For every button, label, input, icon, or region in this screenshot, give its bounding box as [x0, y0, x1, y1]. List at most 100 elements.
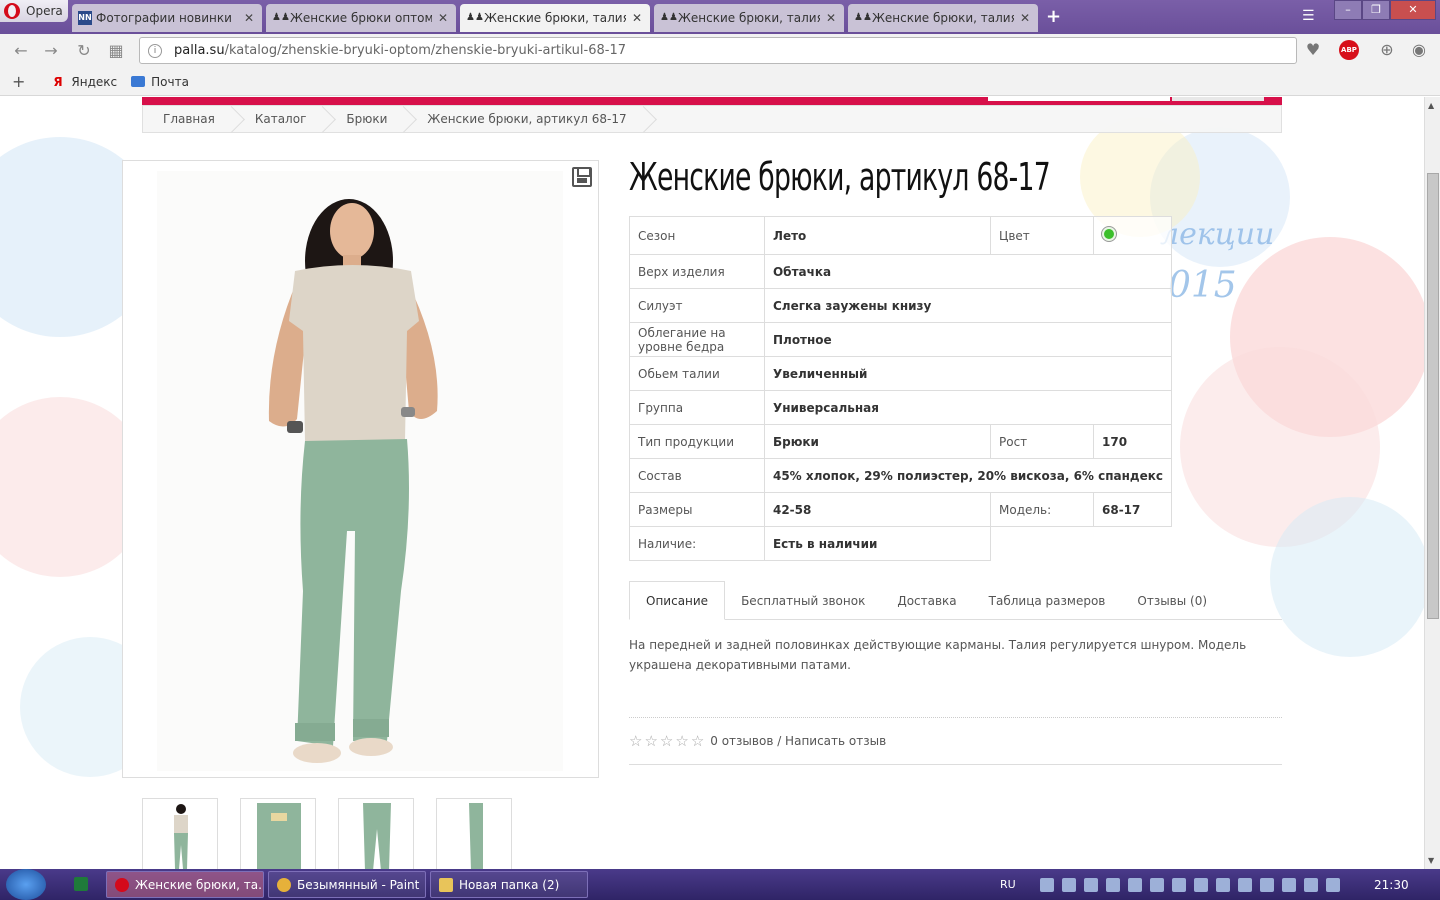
- account-icon[interactable]: ◉: [1409, 40, 1429, 60]
- product-main-image[interactable]: [122, 160, 599, 778]
- color-swatch[interactable]: [1102, 227, 1116, 241]
- close-icon[interactable]: ✕: [630, 11, 644, 25]
- thumbnail-strip: [142, 798, 512, 869]
- tab-description[interactable]: Описание: [629, 581, 726, 620]
- spec-value-color: [1093, 216, 1172, 255]
- star-empty-icon: ☆: [690, 732, 705, 750]
- add-bookmark-plus-icon[interactable]: +: [12, 72, 25, 91]
- tab-reviews[interactable]: Отзывы (0): [1121, 581, 1223, 620]
- speed-dial-grid-icon[interactable]: ▦: [107, 42, 125, 60]
- back-arrow-icon[interactable]: ←: [12, 42, 30, 60]
- tab-delivery[interactable]: Доставка: [881, 581, 972, 620]
- tray-bluetooth-icon[interactable]: [1303, 877, 1318, 892]
- spec-label: Силуэт: [629, 288, 765, 323]
- tab-menu-icon[interactable]: ☰: [1302, 8, 1315, 24]
- thumbnail[interactable]: [142, 798, 218, 869]
- close-icon[interactable]: ✕: [824, 11, 838, 25]
- adblock-plus-icon[interactable]: ABP: [1339, 40, 1359, 60]
- page-scrollbar[interactable]: ▲ ▼: [1424, 97, 1440, 869]
- scroll-down-icon[interactable]: ▼: [1428, 856, 1434, 865]
- tab-title: Женские брюки, талия ув: [678, 11, 820, 25]
- table-row: Облегание на уровне бедра Плотное: [629, 322, 1173, 357]
- tray-g-icon[interactable]: [1193, 877, 1208, 892]
- opera-logo-icon: [4, 3, 20, 19]
- tray-app-icon[interactable]: [1061, 877, 1076, 892]
- yandex-icon: Я: [53, 74, 63, 89]
- tray-clipboard-icon[interactable]: [1105, 877, 1120, 892]
- clock[interactable]: 21:30: [1374, 878, 1409, 892]
- tray-globe-icon[interactable]: [1325, 877, 1340, 892]
- browser-tab[interactable]: ♟♟ Женские брюки, талия ув ✕: [654, 4, 844, 32]
- browser-tab[interactable]: NN Фотографии новинки ✕: [72, 4, 262, 32]
- table-row: Размеры 42-58 Модель: 68-17: [629, 492, 1172, 527]
- browser-tab[interactable]: ♟♟ Женские брюки оптом ку ✕: [266, 4, 456, 32]
- bookmark-yandex[interactable]: Я Яндекс: [53, 75, 117, 89]
- thumbnail[interactable]: [338, 798, 414, 869]
- taskbar-item-paint[interactable]: Безымянный - Paint: [268, 871, 426, 898]
- tab-size-table[interactable]: Таблица размеров: [973, 581, 1122, 620]
- opera-menu-button[interactable]: Opera: [0, 0, 68, 22]
- palla-icon: ♟♟: [466, 12, 484, 23]
- download-icon[interactable]: ⊕: [1377, 40, 1397, 60]
- reload-icon[interactable]: ↻: [75, 42, 93, 60]
- collection-watermark: лекции: [1160, 217, 1275, 252]
- browser-tab[interactable]: ♟♟ Женские брюки, талия ув ✕: [848, 4, 1038, 32]
- opera-icon: [115, 877, 129, 892]
- save-icon[interactable]: [572, 167, 592, 187]
- breadcrumb-item[interactable]: Каталог: [235, 106, 327, 132]
- language-indicator[interactable]: RU: [1000, 878, 1016, 891]
- window-close-icon[interactable]: ✕: [1390, 0, 1436, 20]
- star-empty-icon: ☆: [629, 732, 643, 750]
- search-input-edge[interactable]: [988, 97, 1170, 101]
- table-row: Сезон Лето Цвет: [629, 216, 1172, 255]
- tray-device-icon[interactable]: [1149, 877, 1164, 892]
- tab-free-call[interactable]: Бесплатный звонок: [725, 581, 881, 620]
- excel-icon[interactable]: [74, 877, 88, 891]
- tray-flag-icon[interactable]: [1127, 877, 1142, 892]
- thumbnail-image: [257, 803, 301, 869]
- signal-icon[interactable]: [1171, 877, 1186, 892]
- taskbar-item-opera[interactable]: Женские брюки, та...: [106, 871, 264, 898]
- maximize-icon[interactable]: ❐: [1362, 0, 1390, 20]
- product-tabs: Описание Бесплатный звонок Доставка Табл…: [629, 581, 1282, 620]
- scroll-up-icon[interactable]: ▲: [1428, 101, 1434, 110]
- tray-settings-icon[interactable]: [1281, 877, 1296, 892]
- tray-shield-icon[interactable]: [1083, 877, 1098, 892]
- table-row: Состав 45% хлопок, 29% полиэстер, 20% ви…: [629, 458, 1173, 493]
- forward-arrow-icon[interactable]: →: [42, 42, 60, 60]
- heart-bookmark-icon[interactable]: ♥: [1303, 40, 1323, 60]
- scrollbar-thumb[interactable]: [1427, 173, 1439, 619]
- tray-torrent-icon[interactable]: [1215, 877, 1230, 892]
- table-row: Наличие: Есть в наличии: [629, 526, 1172, 561]
- browser-tab-active[interactable]: ♟♟ Женские брюки, талия ре ✕: [460, 4, 650, 32]
- close-icon[interactable]: ✕: [436, 11, 450, 25]
- thumbnail[interactable]: [240, 798, 316, 869]
- spec-value: 42-58: [763, 492, 992, 527]
- breadcrumb-item[interactable]: Брюки: [326, 106, 407, 132]
- palla-icon: ♟♟: [854, 12, 872, 23]
- empty-cell: [991, 527, 1172, 561]
- star-empty-icon: ☆: [659, 732, 674, 750]
- write-review-link[interactable]: 0 отзывов / Написать отзыв: [710, 734, 886, 748]
- site-info-icon[interactable]: i: [148, 43, 162, 58]
- product-description: На передней и задней половинках действую…: [629, 638, 1247, 672]
- bookmark-mail[interactable]: Почта: [131, 75, 189, 89]
- minimize-icon[interactable]: –: [1334, 0, 1362, 20]
- volume-icon[interactable]: [1237, 877, 1252, 892]
- tray-monitor-icon[interactable]: [1039, 877, 1054, 892]
- new-tab-plus-icon[interactable]: +: [1046, 6, 1061, 27]
- start-button-icon[interactable]: [6, 869, 46, 900]
- url-field[interactable]: i palla.su/katalog/zhenskie-bryuki-optom…: [139, 37, 1297, 64]
- spec-value: 45% хлопок, 29% полиэстер, 20% вискоза, …: [763, 458, 1173, 493]
- tab-title: Фотографии новинки: [96, 11, 232, 25]
- close-icon[interactable]: ✕: [1018, 11, 1032, 25]
- tray-network-icon[interactable]: [1259, 877, 1274, 892]
- taskbar-item-folder[interactable]: Новая папка (2): [430, 871, 588, 898]
- thumbnail[interactable]: [436, 798, 512, 869]
- breadcrumb-item[interactable]: Главная: [143, 106, 235, 132]
- close-icon[interactable]: ✕: [242, 11, 256, 25]
- spec-label: Размеры: [629, 492, 765, 527]
- search-button-edge[interactable]: [1172, 97, 1264, 101]
- spec-value: Обтачка: [763, 254, 1173, 289]
- page-viewport: лекции 015 Главная Каталог Брюки Женские…: [0, 97, 1424, 869]
